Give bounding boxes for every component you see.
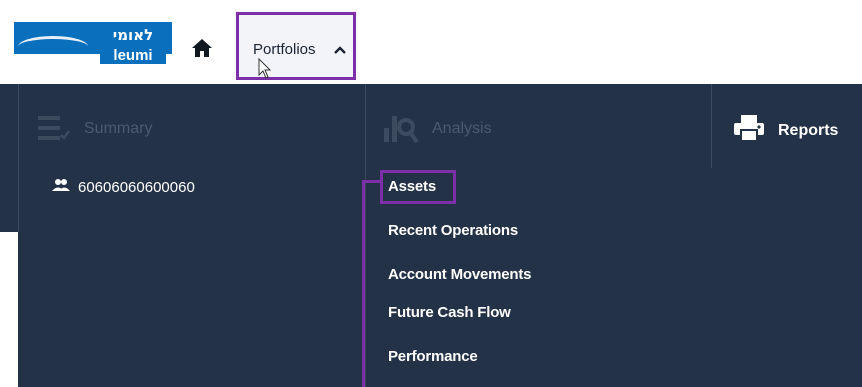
column-divider xyxy=(711,84,712,168)
account-item[interactable]: 60606060600060 xyxy=(52,178,195,196)
menu-item-account-movements[interactable]: Account Movements xyxy=(388,266,531,283)
menu-item-performance[interactable]: Performance xyxy=(388,348,478,365)
printer-icon xyxy=(734,114,764,147)
summary-title[interactable]: Summary xyxy=(84,120,152,138)
analysis-title[interactable]: Analysis xyxy=(432,120,492,138)
leumi-logo[interactable]: לאומי leumi xyxy=(14,22,172,74)
chart-search-icon xyxy=(384,112,419,149)
portfolios-button[interactable]: Portfolios xyxy=(236,12,356,80)
menu-item-recent-operations[interactable]: Recent Operations xyxy=(388,222,518,239)
menu-item-assets[interactable]: Assets xyxy=(388,178,436,195)
logo-hebrew-text: לאומי xyxy=(112,26,154,44)
menu-item-future-cash-flow[interactable]: Future Cash Flow xyxy=(388,304,511,321)
account-number: 60606060600060 xyxy=(78,178,195,196)
mouse-cursor-icon xyxy=(258,57,272,80)
column-divider xyxy=(365,84,366,387)
logo-english-text: leumi xyxy=(100,47,166,64)
users-icon xyxy=(52,178,70,196)
home-icon[interactable] xyxy=(190,36,214,60)
reports-item[interactable]: Reports xyxy=(734,114,838,147)
portfolios-label: Portfolios xyxy=(253,41,316,58)
reports-title: Reports xyxy=(778,121,839,139)
checklist-icon xyxy=(38,114,71,149)
top-bar: לאומי leumi Portfolios xyxy=(0,0,862,84)
chevron-up-icon xyxy=(333,43,347,55)
